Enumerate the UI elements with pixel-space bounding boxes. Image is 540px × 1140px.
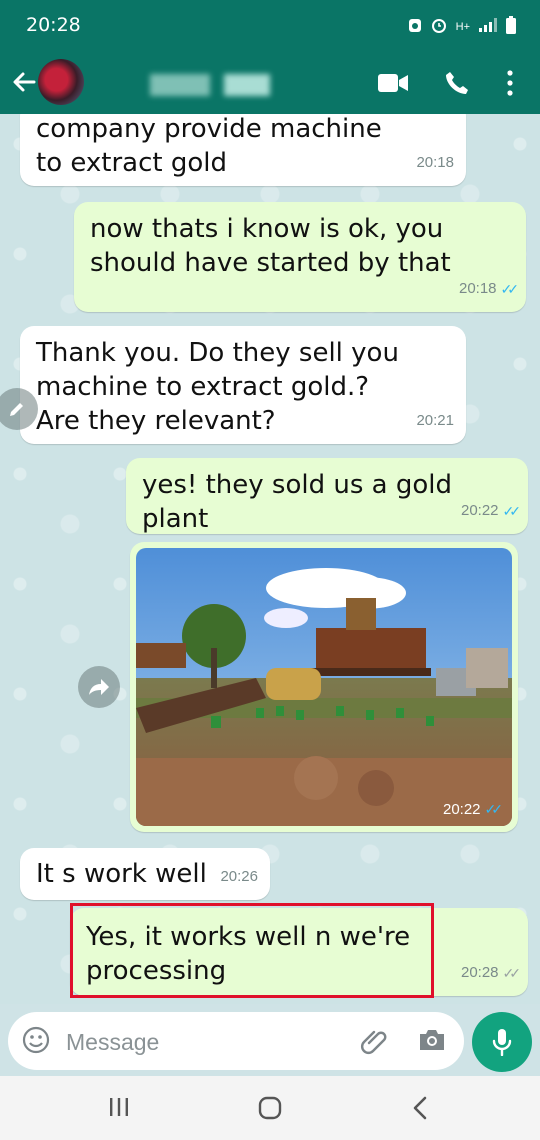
chevron-left-icon xyxy=(413,1096,427,1120)
more-vert-icon xyxy=(507,70,513,96)
recent-apps-button[interactable] xyxy=(108,1096,130,1123)
message-image[interactable]: 20:22 ✓✓ xyxy=(130,542,518,832)
attach-button[interactable] xyxy=(360,1026,390,1061)
message-incoming[interactable]: It s work well 20:26 xyxy=(20,848,270,900)
chat-header xyxy=(0,52,540,114)
back-nav-button[interactable] xyxy=(410,1096,432,1125)
network-type-label: H+ xyxy=(455,20,470,33)
read-receipt-icon: ✓✓ xyxy=(500,281,520,297)
home-button[interactable] xyxy=(258,1096,282,1125)
message-time: 20:21 xyxy=(416,412,454,429)
message-outgoing[interactable]: yes! they sold us a gold plant 20:22 ✓✓ xyxy=(126,458,528,534)
paperclip-icon xyxy=(361,1030,387,1054)
composer-bar xyxy=(0,1004,540,1076)
delivered-receipt-icon: ✓✓ xyxy=(502,965,522,981)
camera-icon xyxy=(420,1030,444,1050)
message-time: 20:22 xyxy=(460,502,499,519)
emoji-icon xyxy=(22,1026,50,1054)
message-input[interactable] xyxy=(64,1026,348,1058)
camera-button[interactable] xyxy=(418,1028,446,1057)
pencil-icon xyxy=(10,403,23,416)
status-bar: 20:28 H+ xyxy=(0,0,540,52)
phone-icon xyxy=(446,72,468,94)
battery-icon xyxy=(506,16,516,37)
read-receipt-icon: ✓✓ xyxy=(484,801,504,817)
voice-call-button[interactable] xyxy=(444,70,470,101)
contact-avatar[interactable] xyxy=(38,59,84,105)
microphone-icon xyxy=(492,1029,512,1056)
alarm-icon xyxy=(431,17,447,36)
message-meta: 20:21 xyxy=(416,404,454,438)
message-text: Thank you. Do they sell you machine to e… xyxy=(36,338,399,436)
status-icons: H+ xyxy=(408,16,516,37)
system-nav-bar xyxy=(0,1076,540,1140)
message-meta: 20:18 ✓✓ xyxy=(458,272,520,306)
signal-icon xyxy=(479,18,497,35)
arrow-left-icon xyxy=(13,72,36,92)
voice-record-button[interactable] xyxy=(472,1012,532,1072)
home-icon xyxy=(258,1096,282,1120)
message-incoming[interactable]: company provide machine to extract gold … xyxy=(20,114,466,186)
more-options-button[interactable] xyxy=(505,70,515,101)
message-time: 20:18 xyxy=(416,154,454,171)
notification-icon xyxy=(408,17,422,36)
message-time: 20:22 xyxy=(442,801,481,818)
message-text: company provide machine to extract gold xyxy=(36,114,382,178)
video-call-button[interactable] xyxy=(378,72,408,99)
message-outgoing[interactable]: now thats i know is ok, you should have … xyxy=(74,202,526,312)
message-meta: 20:26 xyxy=(220,860,258,894)
message-time: 20:26 xyxy=(220,868,258,885)
redacted-block xyxy=(224,74,270,96)
redacted-block xyxy=(150,74,210,96)
message-time: 20:28 xyxy=(460,964,499,981)
gold-plant-photo[interactable]: 20:22 ✓✓ xyxy=(136,548,512,826)
composer-box xyxy=(8,1012,464,1070)
read-receipt-icon: ✓✓ xyxy=(502,503,522,519)
chat-messages[interactable]: company provide machine to extract gold … xyxy=(0,114,540,1004)
forward-button[interactable] xyxy=(78,666,120,708)
emoji-button[interactable] xyxy=(22,1026,50,1059)
recent-apps-icon xyxy=(110,1098,128,1116)
message-time: 20:18 xyxy=(458,280,497,297)
message-incoming[interactable]: Thank you. Do they sell you machine to e… xyxy=(20,326,466,444)
video-call-icon xyxy=(378,74,408,92)
back-button[interactable] xyxy=(10,68,38,96)
message-text: now thats i know is ok, you should have … xyxy=(90,214,451,278)
highlight-box xyxy=(70,903,434,998)
photo-image xyxy=(136,548,512,826)
message-meta: 20:18 xyxy=(416,146,454,180)
contact-name-redacted[interactable] xyxy=(150,74,280,96)
message-meta: 20:22 ✓✓ xyxy=(460,494,522,528)
status-time: 20:28 xyxy=(26,14,81,36)
forward-icon xyxy=(89,679,109,695)
message-meta: 20:28 ✓✓ xyxy=(460,956,522,990)
image-meta: 20:22 ✓✓ xyxy=(442,801,504,818)
